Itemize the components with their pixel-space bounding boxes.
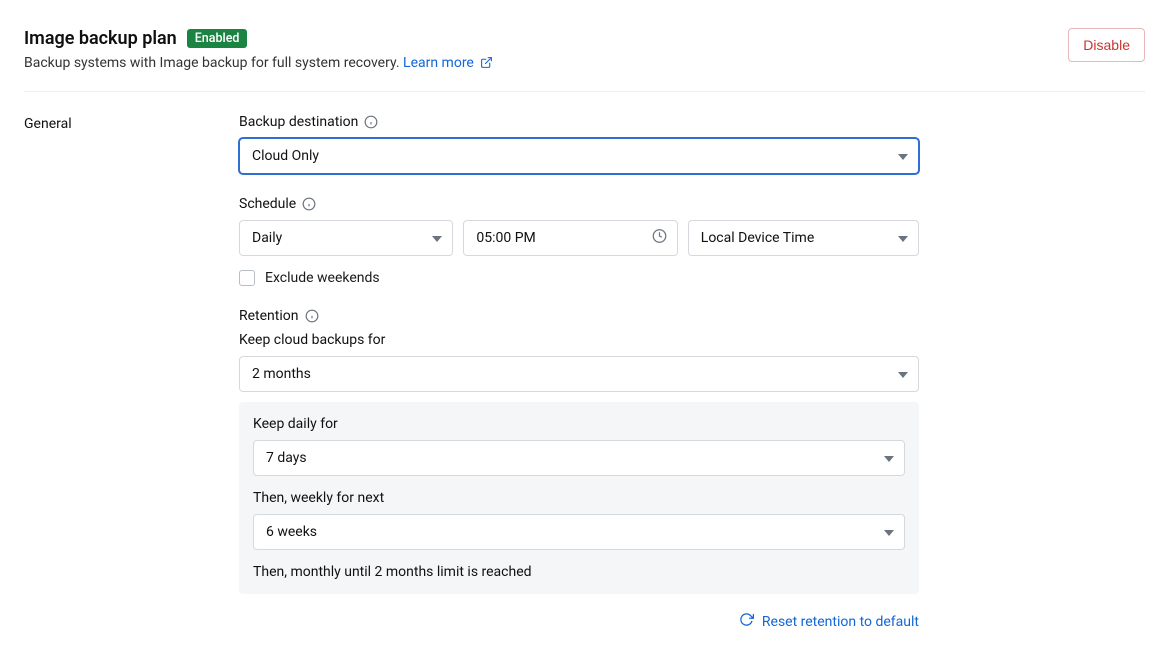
external-link-icon	[480, 56, 493, 73]
weekly-value: 6 weeks	[266, 524, 317, 540]
info-icon[interactable]	[302, 197, 316, 211]
exclude-weekends-label: Exclude weekends	[265, 270, 380, 286]
reset-row: Reset retention to default	[239, 612, 919, 631]
destination-select[interactable]: Cloud Only	[239, 138, 919, 174]
schedule-label: Schedule	[239, 196, 296, 212]
disable-button[interactable]: Disable	[1068, 28, 1145, 62]
info-icon[interactable]	[364, 115, 378, 129]
header-left: Image backup plan Enabled Backup systems…	[24, 28, 493, 73]
subtitle-text: Backup systems with Image backup for ful…	[24, 55, 400, 71]
schedule-label-row: Schedule	[239, 196, 919, 212]
time-input[interactable]: 05:00 PM	[463, 220, 677, 256]
weekly-select[interactable]: 6 weeks	[253, 514, 905, 550]
destination-value: Cloud Only	[252, 148, 319, 164]
retention-label: Retention	[239, 308, 299, 324]
keep-cloud-value: 2 months	[252, 366, 311, 382]
caret-down-icon	[884, 524, 894, 540]
destination-label-row: Backup destination	[239, 114, 919, 130]
destination-field: Backup destination Cloud Only	[239, 114, 919, 174]
retention-field: Retention Keep cloud backups for 2 month…	[239, 308, 919, 631]
frequency-value: Daily	[252, 230, 282, 246]
weekly-label: Then, weekly for next	[253, 490, 905, 506]
caret-down-icon	[884, 450, 894, 466]
info-icon[interactable]	[305, 309, 319, 323]
caret-down-icon	[898, 148, 908, 164]
schedule-row: Daily 05:00 PM Local Device Time	[239, 220, 919, 256]
caret-down-icon	[898, 230, 908, 246]
reset-retention-link[interactable]: Reset retention to default	[739, 612, 919, 631]
page-subtitle: Backup systems with Image backup for ful…	[24, 55, 493, 73]
learn-more-label: Learn more	[403, 55, 474, 71]
reset-label: Reset retention to default	[762, 614, 919, 630]
general-section: General Backup destination Cloud Only Sc…	[24, 114, 1145, 631]
page-header: Image backup plan Enabled Backup systems…	[24, 28, 1145, 73]
retention-panel: Keep daily for 7 days Then, weekly for n…	[239, 402, 919, 594]
caret-down-icon	[898, 366, 908, 382]
exclude-weekends-checkbox[interactable]	[239, 270, 255, 286]
monthly-note: Then, monthly until 2 months limit is re…	[253, 564, 905, 580]
divider	[24, 91, 1145, 92]
exclude-weekends-row: Exclude weekends	[239, 270, 919, 286]
learn-more-link[interactable]: Learn more	[403, 55, 493, 71]
destination-label: Backup destination	[239, 114, 358, 130]
timezone-select[interactable]: Local Device Time	[688, 220, 919, 256]
keep-daily-label: Keep daily for	[253, 416, 905, 432]
page-title: Image backup plan	[24, 28, 177, 49]
reset-icon	[739, 612, 754, 631]
time-value: 05:00 PM	[476, 230, 535, 246]
title-row: Image backup plan Enabled	[24, 28, 493, 49]
keep-daily-select[interactable]: 7 days	[253, 440, 905, 476]
caret-down-icon	[432, 230, 442, 246]
section-label-general: General	[24, 114, 239, 132]
frequency-select[interactable]: Daily	[239, 220, 453, 256]
retention-label-row: Retention	[239, 308, 919, 324]
clock-icon	[652, 229, 667, 248]
status-badge: Enabled	[187, 29, 248, 48]
keep-cloud-select[interactable]: 2 months	[239, 356, 919, 392]
schedule-field: Schedule Daily 05:00 PM	[239, 196, 919, 286]
timezone-value: Local Device Time	[701, 230, 814, 246]
keep-cloud-label: Keep cloud backups for	[239, 332, 919, 348]
section-body: Backup destination Cloud Only Schedule	[239, 114, 919, 631]
keep-daily-value: 7 days	[266, 450, 307, 466]
